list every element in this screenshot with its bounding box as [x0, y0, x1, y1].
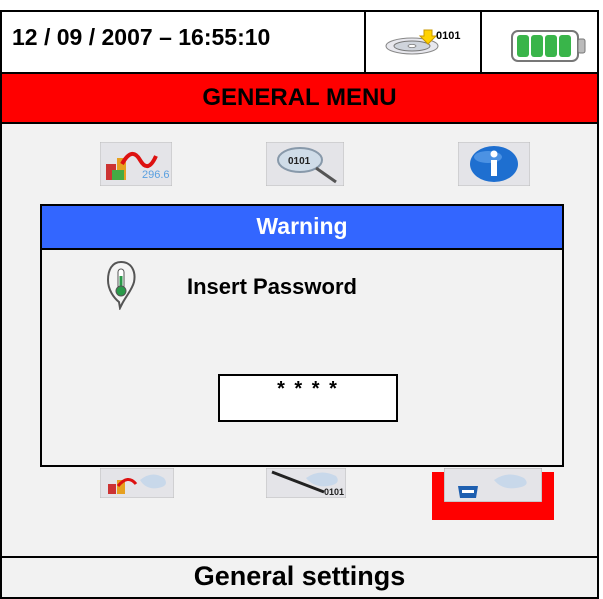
dialog-header: Warning: [42, 206, 562, 250]
status-bar: 12 / 09 / 2007 – 16:55:10 0101: [0, 10, 599, 74]
dialog-message: Insert Password: [187, 274, 357, 299]
footer-bar: General settings: [0, 556, 599, 599]
general-settings-icon[interactable]: [443, 467, 543, 503]
battery-full-icon: [510, 28, 588, 64]
instrument-screen: 12 / 09 / 2007 – 16:55:10 0101 GENERAL M…: [0, 0, 603, 599]
measurement-icon[interactable]: 296.6: [99, 141, 173, 187]
svg-text:296.6: 296.6: [142, 169, 170, 181]
svg-text:0101: 0101: [436, 30, 460, 42]
thermometer-icon: [104, 260, 138, 312]
svg-text:0101: 0101: [324, 487, 344, 497]
disk-save-icon: 0101: [372, 26, 472, 62]
svg-text:0101: 0101: [288, 156, 311, 167]
datetime-display: 12 / 09 / 2007 – 16:55:10: [12, 24, 271, 50]
menu-title: GENERAL MENU: [202, 84, 397, 111]
divider: [480, 12, 482, 72]
menu-title-bar: GENERAL MENU: [0, 74, 599, 124]
analyzer-settings-icon[interactable]: [99, 467, 175, 499]
divider: [364, 12, 366, 72]
info-icon[interactable]: [457, 141, 531, 187]
password-field[interactable]: * * * *: [218, 374, 398, 422]
probe-settings-icon[interactable]: 0101: [265, 467, 347, 499]
warning-dialog: Warning Insert Password * * * *: [40, 204, 564, 467]
footer-label: General settings: [193, 561, 406, 591]
password-value: * * * *: [277, 378, 339, 400]
dialog-title: Warning: [256, 213, 348, 239]
recall-icon[interactable]: 0101: [265, 141, 345, 187]
